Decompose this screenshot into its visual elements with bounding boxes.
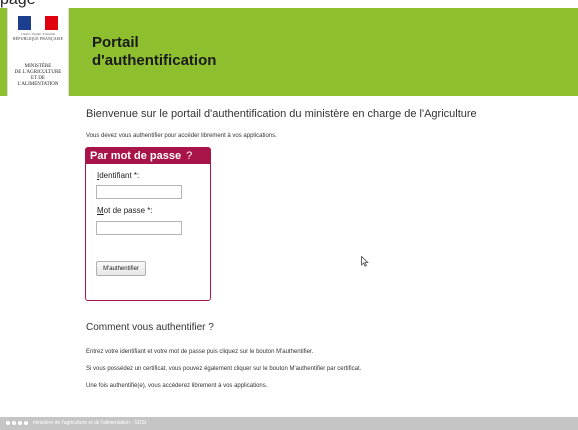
logo-ministry-line-4: L'ALIMENTATION [17, 82, 59, 87]
password-label: Mot de passe *: [97, 206, 153, 215]
login-panel-header: Par mot de passe ? [86, 148, 210, 164]
logo-ministry-name: MINISTÈRE DE L'AGRICULTURE ET DE L'ALIME… [8, 64, 68, 88]
logo-republic: RÉPUBLIQUE FRANÇAISE [12, 36, 64, 41]
header-banner: Portail d'authentification [0, 8, 578, 96]
how-to-line: Une fois authentifié(e), vous accéderez … [86, 383, 268, 389]
welcome-heading: Bienvenue sur le portail d'authentificat… [86, 108, 477, 120]
how-to-line: Si vous possédez un certificat, vous pou… [86, 366, 362, 372]
authenticate-button[interactable]: M'authentifier [96, 261, 146, 276]
password-login-panel: Par mot de passe ? Identifiant *: Mot de… [85, 147, 211, 301]
mouse-pointer-icon [361, 255, 369, 270]
login-panel-title: Par mot de passe [90, 150, 182, 162]
username-label-text: dentifiant *: [99, 171, 140, 180]
password-label-text: ot de passe *: [103, 206, 153, 215]
footer: ministère de l'agriculture et de l'alime… [0, 417, 578, 430]
how-to-line: Entrez votre identifiant et votre mot de… [86, 349, 314, 355]
top-strip: page [0, 0, 578, 8]
title-line-2: d'authentification [92, 52, 217, 69]
username-label: Identifiant *: [97, 171, 139, 180]
marianne-flag-icon [18, 16, 58, 30]
ministry-logo: Liberté • Égalité • Fraternité RÉPUBLIQU… [7, 8, 69, 96]
top-strip-text: page [0, 0, 36, 8]
footer-text: ministère de l'agriculture et de l'alime… [33, 420, 147, 426]
password-label-accesskey: M [97, 206, 104, 215]
page-title: Portail d'authentification [92, 34, 216, 70]
title-line-1: Portail [92, 34, 139, 51]
intro-text: Vous devez vous authentifier pour accéde… [86, 133, 277, 139]
password-input[interactable] [96, 221, 182, 235]
footer-dots-icon [6, 421, 28, 425]
help-icon[interactable]: ? [186, 150, 192, 162]
username-input[interactable] [96, 185, 182, 199]
how-to-heading: Comment vous authentifier ? [86, 322, 214, 333]
